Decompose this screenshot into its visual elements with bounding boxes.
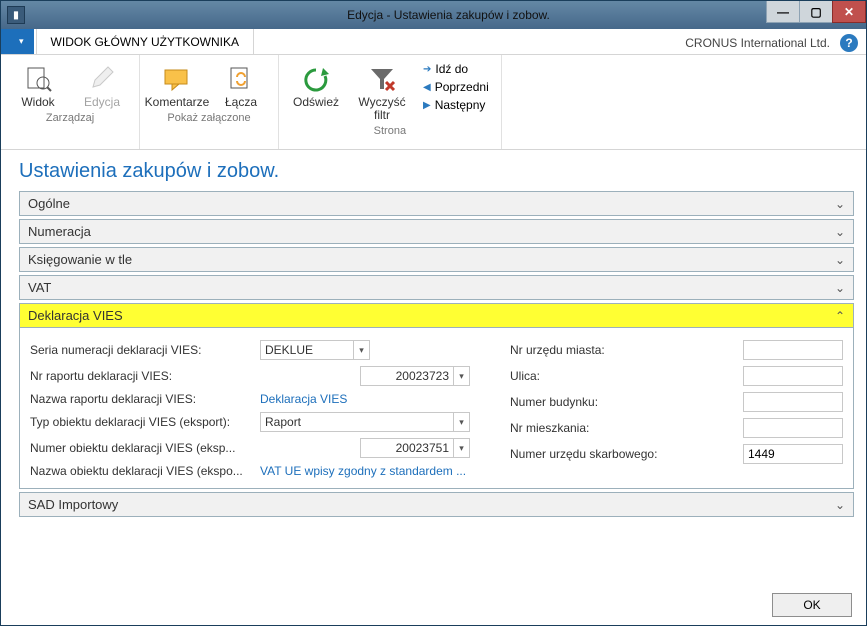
help-icon[interactable]: ? xyxy=(840,34,858,52)
close-button[interactable]: ✕ xyxy=(832,1,866,23)
maximize-button[interactable]: ▢ xyxy=(799,1,833,23)
app-window: ▮ Edycja - Ustawienia zakupów i zobow. —… xyxy=(0,0,867,626)
view-button[interactable]: Widok xyxy=(9,59,67,110)
fasttab-general[interactable]: Ogólne ⌄ xyxy=(19,191,854,216)
input-vies-series[interactable]: DEKLUE▾ xyxy=(260,340,370,360)
tab-main-view-label: WIDOK GŁÓWNY UŻYTKOWNIKA xyxy=(51,35,239,49)
file-tab[interactable]: ▾ xyxy=(1,28,34,54)
chevron-down-icon: ⌄ xyxy=(835,498,845,512)
label-vies-object-no: Numer obiektu deklaracji VIES (eksp... xyxy=(30,441,254,455)
ribbon-group-page: Odśwież Wyczyść filtr ➔ Idź do ◀ Poprz xyxy=(279,55,502,149)
input-flat-no[interactable] xyxy=(743,418,843,438)
file-tab-caret: ▾ xyxy=(19,36,24,47)
links-button[interactable]: Łącza xyxy=(212,59,270,110)
fasttab-numbering[interactable]: Numeracja ⌄ xyxy=(19,219,854,244)
minimize-button[interactable]: — xyxy=(766,1,800,23)
refresh-icon xyxy=(301,64,331,94)
chevron-down-icon: ⌄ xyxy=(835,197,845,211)
vies-right-column: Nr urzędu miasta: Ulica: Numer budynku: … xyxy=(510,340,843,478)
comments-button[interactable]: Komentarze xyxy=(148,59,206,110)
chevron-down-icon: ⌄ xyxy=(835,253,845,267)
window-title: Edycja - Ustawienia zakupów i zobow. xyxy=(31,8,866,22)
dropdown-icon[interactable]: ▾ xyxy=(453,439,469,457)
ribbon-group-manage: Widok Edycja Zarządzaj xyxy=(1,55,140,149)
comments-icon xyxy=(162,64,192,94)
vies-left-column: Seria numeracji deklaracji VIES: DEKLUE▾… xyxy=(30,340,470,478)
label-vies-series: Seria numeracji deklaracji VIES: xyxy=(30,343,254,357)
refresh-button[interactable]: Odśwież xyxy=(287,59,345,123)
dropdown-icon[interactable]: ▾ xyxy=(353,341,369,359)
link-vies-report-name[interactable]: Deklaracja VIES xyxy=(260,392,347,406)
ribbon: Widok Edycja Zarządzaj Komentarze xyxy=(1,55,866,150)
ok-button[interactable]: OK xyxy=(772,593,852,617)
label-tax-office-no: Numer urzędu skarbowego: xyxy=(510,447,700,461)
link-vies-object-name[interactable]: VAT UE wpisy zgodny z standardem ... xyxy=(260,464,466,478)
prev-button[interactable]: ◀ Poprzedni xyxy=(419,79,493,95)
chevron-down-icon: ⌄ xyxy=(835,281,845,295)
ribbon-tabstrip: ▾ WIDOK GŁÓWNY UŻYTKOWNIKA CRONUS Intern… xyxy=(1,29,866,55)
app-icon: ▮ xyxy=(7,6,25,24)
tab-main-view[interactable]: WIDOK GŁÓWNY UŻYTKOWNIKA xyxy=(36,28,254,54)
label-vies-report-no: Nr raportu deklaracji VIES: xyxy=(30,369,254,383)
input-house-no[interactable] xyxy=(743,392,843,412)
goto-icon: ➔ xyxy=(423,64,431,75)
links-icon xyxy=(226,64,256,94)
label-house-no: Numer budynku: xyxy=(510,395,700,409)
prev-icon: ◀ xyxy=(423,82,431,93)
input-tax-office-no[interactable] xyxy=(743,444,843,464)
label-vies-report-name: Nazwa raportu deklaracji VIES: xyxy=(30,392,254,406)
label-city-office-no: Nr urzędu miasta: xyxy=(510,343,700,357)
edit-button: Edycja xyxy=(73,59,131,110)
chevron-down-icon: ⌄ xyxy=(835,225,845,239)
goto-button[interactable]: ➔ Idź do xyxy=(419,61,493,77)
dropdown-icon[interactable]: ▾ xyxy=(453,413,469,431)
page-body: Ustawienia zakupów i zobow. Ogólne ⌄ Num… xyxy=(1,150,866,585)
edit-icon xyxy=(87,64,117,94)
label-vies-object-name: Nazwa obiektu deklaracji VIES (ekspo... xyxy=(30,464,254,478)
fasttab-vat[interactable]: VAT ⌄ xyxy=(19,275,854,300)
label-vies-object-type: Typ obiektu deklaracji VIES (eksport): xyxy=(30,415,254,429)
next-button[interactable]: ▶ Następny xyxy=(419,97,493,113)
label-street: Ulica: xyxy=(510,369,700,383)
system-buttons: — ▢ ✕ xyxy=(767,1,866,29)
fasttab-vies-body: Seria numeracji deklaracji VIES: DEKLUE▾… xyxy=(19,328,854,489)
chevron-up-icon: ⌃ xyxy=(835,309,845,323)
label-flat-no: Nr mieszkania: xyxy=(510,421,700,435)
input-street[interactable] xyxy=(743,366,843,386)
clear-filter-icon xyxy=(367,64,397,94)
footer: OK xyxy=(1,585,866,625)
select-vies-object-type[interactable]: Raport▾ xyxy=(260,412,470,432)
input-vies-report-no[interactable]: 20023723▾ xyxy=(360,366,470,386)
fasttab-background-posting[interactable]: Księgowanie w tle ⌄ xyxy=(19,247,854,272)
dropdown-icon[interactable]: ▾ xyxy=(453,367,469,385)
titlebar: ▮ Edycja - Ustawienia zakupów i zobow. —… xyxy=(1,1,866,29)
ribbon-group-attachments: Komentarze Łącza Pokaż załączone xyxy=(140,55,279,149)
fasttab-sad-import[interactable]: SAD Importowy ⌄ xyxy=(19,492,854,517)
company-name: CRONUS International Ltd. xyxy=(679,32,836,54)
page-title: Ustawienia zakupów i zobow. xyxy=(19,160,854,191)
input-vies-object-no[interactable]: 20023751▾ xyxy=(360,438,470,458)
fasttab-vies[interactable]: Deklaracja VIES ⌃ xyxy=(19,303,854,328)
view-icon xyxy=(23,64,53,94)
clear-filter-button[interactable]: Wyczyść filtr xyxy=(351,59,413,123)
input-city-office-no[interactable] xyxy=(743,340,843,360)
next-icon: ▶ xyxy=(423,100,431,111)
